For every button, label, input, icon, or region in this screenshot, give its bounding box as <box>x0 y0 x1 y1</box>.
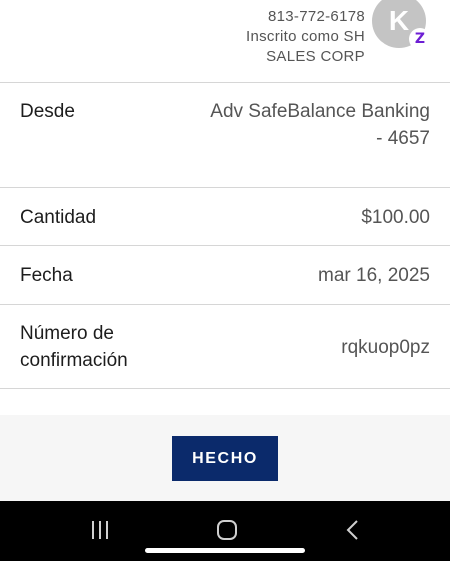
from-account-number: - 4657 <box>376 128 430 149</box>
confirmation-label-line2: confirmación <box>20 350 128 371</box>
divider <box>0 187 450 188</box>
divider <box>0 245 450 246</box>
date-value: mar 16, 2025 <box>318 265 430 286</box>
date-label: Fecha <box>20 265 73 286</box>
recipient-company: SALES CORP <box>266 48 365 65</box>
system-nav-bar <box>0 501 450 561</box>
recipient-phone: 813-772-6178 <box>267 8 365 25</box>
amount-value: $100.00 <box>361 207 430 228</box>
confirmation-label-line1: Número de <box>20 323 114 344</box>
from-value: Adv SafeBalance Banking - 4657 <box>210 98 430 152</box>
recipient-header: 813-772-6178 Inscrito como SH SALES CORP… <box>0 0 450 82</box>
gesture-pill[interactable] <box>145 548 305 553</box>
recipient-info: 813-772-6178 Inscrito como SH SALES CORP <box>246 7 365 67</box>
from-account-name: Adv SafeBalance Banking <box>210 101 430 122</box>
avatar-initial: K <box>388 5 410 36</box>
home-icon[interactable] <box>207 515 247 545</box>
amount-label: Cantidad <box>20 207 97 228</box>
done-button[interactable]: HECHO <box>172 436 278 481</box>
confirmation-value: rqkuop0pz <box>341 337 430 358</box>
back-icon[interactable] <box>333 515 373 545</box>
divider <box>0 304 450 305</box>
divider <box>0 388 450 389</box>
zelle-logo-icon: Z <box>409 28 431 50</box>
recipient-enrolled-as: Inscrito como SH <box>246 28 365 45</box>
action-footer: HECHO <box>0 415 450 501</box>
divider <box>0 82 450 83</box>
recents-icon[interactable] <box>80 515 120 545</box>
confirmation-label: Número de confirmación <box>20 320 128 374</box>
from-label: Desde <box>20 101 75 122</box>
